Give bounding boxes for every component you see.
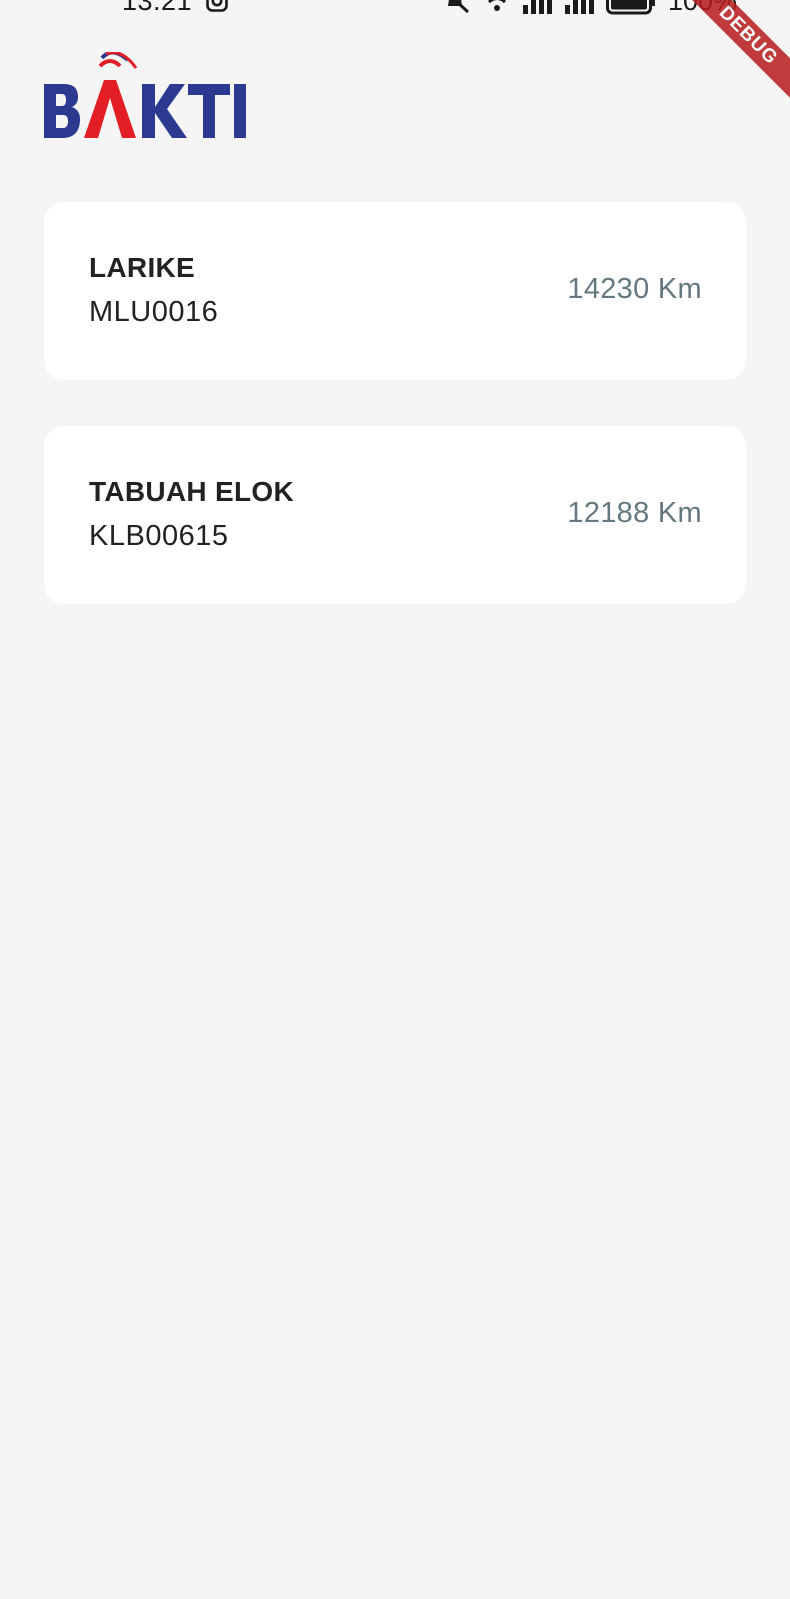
- instagram-icon: [206, 0, 228, 12]
- status-time: 13.21: [122, 0, 193, 16]
- site-code: MLU0016: [89, 296, 219, 328]
- site-name: LARIKE: [89, 252, 196, 283]
- site-code: KLB00615: [89, 520, 229, 552]
- site-card[interactable]: LARIKE MLU0016 14230 Km: [44, 202, 746, 380]
- site-name: TABUAH ELOK: [89, 476, 294, 507]
- app-screen: 13.21 DEBUG LARIKE MLU0016 14230 Km TABU…: [0, 0, 790, 1599]
- signal-icon: [523, 0, 552, 14]
- site-distance: 12188 Km: [567, 497, 702, 529]
- signal-icon: [565, 0, 594, 14]
- status-icons: [440, 0, 656, 16]
- debug-banner: DEBUG: [670, 0, 790, 120]
- debug-banner-label: DEBUG: [681, 0, 790, 103]
- battery-icon: [606, 0, 655, 15]
- wifi-icon: [488, 0, 506, 11]
- bakti-logo: [44, 52, 246, 138]
- mute-icon: [448, 0, 470, 14]
- site-distance: 14230 Km: [567, 273, 702, 305]
- site-card[interactable]: TABUAH ELOK KLB00615 12188 Km: [44, 426, 746, 604]
